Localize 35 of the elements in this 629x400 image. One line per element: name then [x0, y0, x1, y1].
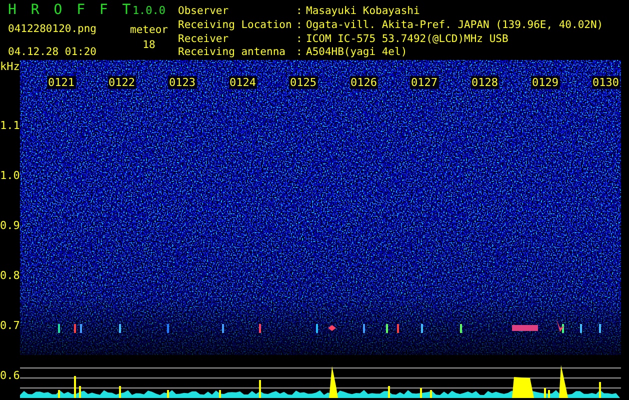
info-label: Receiver	[178, 32, 230, 46]
axis-label: 0.9	[0, 218, 20, 234]
file-name: 0412280120.png	[8, 23, 98, 36]
axis-label: 1.0	[0, 168, 20, 184]
axis-unit: kHz	[0, 60, 20, 75]
info-label: Observer	[178, 5, 230, 19]
time-label: 0129	[531, 76, 560, 89]
time-label: 0128	[470, 76, 499, 89]
time-label: 0123	[168, 76, 196, 89]
count-label: meteor	[130, 24, 168, 37]
info-label: Receiving antenna	[178, 46, 286, 60]
info-value: ICOM IC-575 53.7492(@LCD)MHz USB	[306, 32, 510, 46]
axis-label: 0.6	[0, 368, 20, 384]
info-value: Ogata-vill. Akita-Pref. JAPAN (139.96E, 40.02N)	[306, 18, 604, 32]
time-label: 0122	[108, 76, 136, 89]
info-separator: :	[296, 32, 304, 46]
time-label: 0124	[228, 76, 257, 89]
info-value: A504HB(yagi 4el)	[306, 46, 408, 60]
time-label: 0121	[47, 76, 76, 89]
time-label: 0126	[350, 76, 378, 89]
info-separator: :	[296, 46, 304, 60]
axis-label: 0.7	[0, 318, 20, 334]
time-label: 0130	[592, 76, 620, 89]
info-label: Receiving Location	[178, 18, 293, 32]
time-label: 0125	[289, 76, 318, 89]
version-label: 1.0.0	[132, 4, 166, 18]
axis-label: 1.1	[0, 118, 20, 134]
time-label: 0127	[410, 76, 438, 89]
date-time: 04.12.28 01:20	[8, 46, 98, 59]
info-separator: :	[296, 5, 304, 19]
meteor-count: 18	[142, 39, 156, 52]
info-value: Masayuki Kobayashi	[306, 5, 421, 19]
app-title: H R O F F T	[8, 1, 134, 19]
info-separator: :	[296, 18, 304, 32]
axis-label: 0.8	[0, 268, 20, 284]
